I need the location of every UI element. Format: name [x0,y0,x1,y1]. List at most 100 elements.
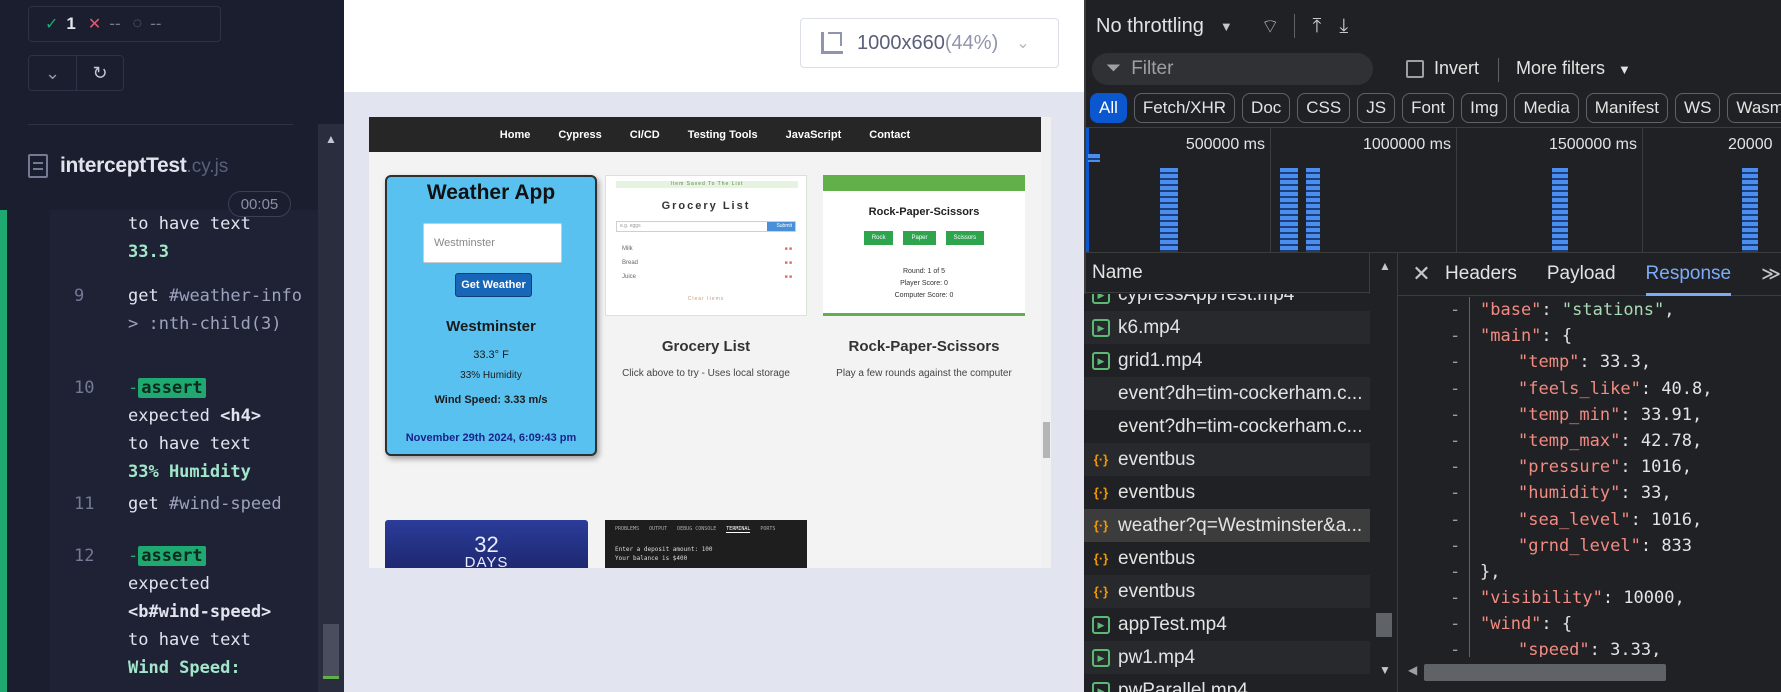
type-filter-css[interactable]: CSS [1297,93,1351,123]
scroll-left-icon[interactable]: ◀ [1408,663,1417,677]
countdown-number: 32 [474,532,499,557]
terminal-thumbnail[interactable]: PROBLEMS OUTPUT DEBUG CONSOLE TERMINAL P… [605,520,807,568]
timeline-bar [1552,168,1568,252]
app-scrollbar[interactable] [1041,117,1051,568]
nav-cypress[interactable]: Cypress [558,129,601,141]
request-list-scrollbar[interactable]: ▲ ▼ [1370,253,1398,692]
type-filter-wasm[interactable]: Wasm [1727,93,1781,123]
viewport-label: 1000x660(44%) [857,32,998,55]
type-filter-js[interactable]: JS [1357,93,1396,123]
scroll-up-icon[interactable]: ▲ [325,132,337,146]
json-value: 40.8 [1661,378,1703,399]
tab-response[interactable]: Response [1645,263,1732,296]
viewport-size: 1000x660 [857,31,945,54]
invert-checkbox[interactable]: Invert [1406,58,1479,79]
reporter-scrollbar[interactable]: ▲ [318,124,344,692]
scrollbar-thumb[interactable] [1376,613,1392,637]
more-filters-button[interactable]: More filters ▼ [1516,58,1631,79]
spec-name: interceptTest [60,154,187,177]
type-filter-fetch-xhr[interactable]: Fetch/XHR [1133,93,1236,123]
tab-headers[interactable]: Headers [1445,263,1517,285]
nav-contact[interactable]: Contact [869,129,910,141]
nav-home[interactable]: Home [500,129,531,141]
media-file-icon: ▶ [1092,351,1110,370]
request-row[interactable]: ▶ k6.mp4 [1084,311,1370,344]
media-file-icon: ▶ [1092,648,1110,667]
scroll-down-icon[interactable]: ▼ [1379,663,1391,677]
collapse-button[interactable]: ⌄ [29,56,76,90]
timeline-bar [1088,154,1100,162]
request-row[interactable]: {·} eventbus [1084,575,1370,608]
request-row-selected[interactable]: {·} weather?q=Westminster&a... [1084,509,1370,542]
request-row[interactable]: {·} eventbus [1084,542,1370,575]
response-hscrollbar[interactable]: ◀ [1398,660,1781,685]
request-name: k6.mp4 [1118,316,1181,338]
type-filter-ws[interactable]: WS [1675,93,1721,123]
line-gutter: - [1398,323,1470,350]
json-value: 833 [1661,535,1693,556]
type-filter-media[interactable]: Media [1514,93,1579,123]
rerun-button[interactable]: ↻ [75,56,123,90]
app-scrollbar-thumb[interactable] [1043,422,1050,458]
download-icon[interactable]: ⤓ [1339,15,1348,38]
network-conditions-icon[interactable]: ⌔ [1261,14,1280,39]
upload-icon[interactable]: ⤒ [1313,15,1322,38]
request-row[interactable]: event?dh=tim-cockerham.c... [1084,377,1370,410]
grocery-title: Grocery List [661,338,751,355]
scroll-up-icon[interactable]: ▲ [1379,259,1391,273]
nav-javascript[interactable]: JavaScript [786,129,842,141]
timeline-tick-label: 20000 [1728,136,1773,153]
request-name: event?dh=tim-cockerham.c... [1118,382,1363,404]
request-row[interactable]: {·} eventbus [1084,476,1370,509]
json-colon: : [1541,300,1562,320]
network-overview-timeline[interactable]: 500000 ms 1000000 ms 1500000 ms 20000 [1084,127,1781,253]
request-row[interactable]: ▶ pwParallel.mp4 [1084,674,1370,692]
grocery-thumb-item: Bread [622,260,792,266]
request-row[interactable]: event?dh=tim-cockerham.c... [1084,410,1370,443]
media-file-icon: ▶ [1092,318,1110,337]
type-filter-doc[interactable]: Doc [1242,93,1291,123]
request-row[interactable]: ▶ pw1.mp4 [1084,641,1370,674]
type-filter-img[interactable]: Img [1461,93,1508,123]
city-input[interactable]: Westminster [423,223,562,263]
tab-payload[interactable]: Payload [1547,263,1616,285]
rps-thumbnail[interactable]: Rock-Paper-Scissors Rock Paper Scissors … [823,175,1025,316]
viewport-selector[interactable]: 1000x660(44%) ⌄ [800,18,1059,68]
line-content: "wind": { [1470,611,1572,637]
spec-header[interactable]: interceptTest.cy.js [28,154,228,178]
close-icon[interactable]: ✕ [1398,261,1445,287]
command-text: expected [128,574,210,594]
rps-thumb-paper: Paper [903,231,936,245]
timeline-tick: 1500000 ms [1549,128,1643,252]
filter-input[interactable]: ⏷ Filter [1092,53,1373,85]
type-filter-all[interactable]: All [1090,93,1127,123]
grocery-thumbnail[interactable]: Item Saved To The List Grocery List e.g.… [605,175,807,316]
type-filter-font[interactable]: Font [1402,93,1455,123]
throttling-select[interactable]: No throttling [1096,15,1204,38]
request-row[interactable]: ▶ cypressAppTest.mp4 [1084,294,1370,311]
command-number: 11 [74,494,95,514]
nav-testing-tools[interactable]: Testing Tools [688,129,758,141]
json-punct: , [1664,300,1675,320]
request-name: pwParallel.mp4 [1118,679,1248,692]
nav-cicd[interactable]: CI/CD [630,129,660,141]
request-row[interactable]: ▶ grid1.mp4 [1084,344,1370,377]
type-filter-manifest[interactable]: Manifest [1585,93,1669,123]
check-icon: ✓ [45,16,59,33]
command-keyword: get [128,286,159,306]
request-row[interactable]: ▶ appTest.mp4 [1084,608,1370,641]
request-row[interactable]: {·} eventbus [1084,443,1370,476]
json-value: 3.33 [1610,640,1652,657]
scrollbar-thumb[interactable] [1424,664,1666,681]
json-key: "temp" [1518,352,1580,373]
get-weather-button[interactable]: Get Weather [455,273,532,297]
response-line: - "feels_like": 40.8, [1398,375,1781,402]
command-number: 9 [74,286,85,306]
countdown-thumbnail[interactable]: 32 DAYS [385,520,588,568]
json-key: "main" [1480,326,1542,347]
request-name: appTest.mp4 [1118,613,1227,635]
timeline-tick: 500000 ms [1186,128,1271,252]
more-tabs-icon[interactable]: ≫ [1761,263,1781,286]
scrollbar-thumb[interactable] [323,624,339,679]
name-column-header[interactable]: Name [1084,253,1369,293]
